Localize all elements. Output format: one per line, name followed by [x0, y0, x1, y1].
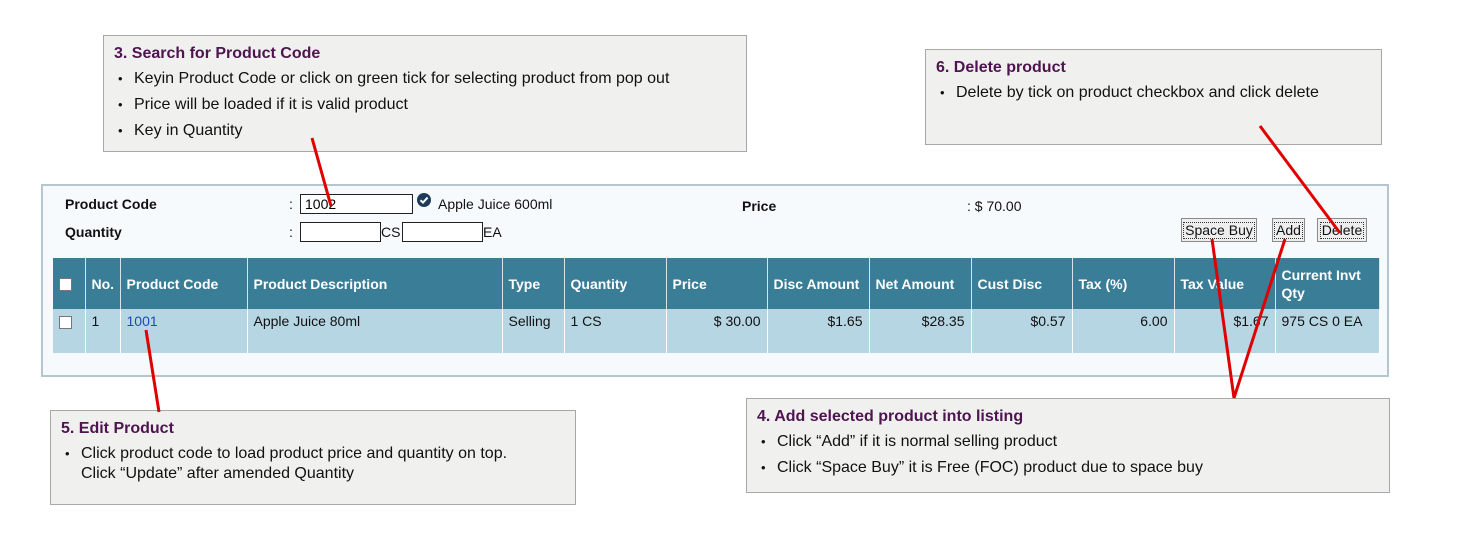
order-entry-panel: Product Code Quantity : : Apple Juice 60… [41, 184, 1389, 377]
callout-bullet-list: Click product code to load product price… [61, 444, 565, 484]
delete-button[interactable]: Delete [1317, 218, 1367, 242]
column-header-product-code[interactable]: Product Code [120, 258, 248, 309]
column-header-disc-amount[interactable]: Disc Amount [767, 258, 870, 309]
valid-tick-icon[interactable] [417, 193, 431, 207]
cell-disc-amount: $1.65 [767, 309, 870, 353]
space-buy-button[interactable]: Space Buy [1181, 218, 1257, 242]
callout-edit-product: 5. Edit Product Click product code to lo… [50, 410, 576, 505]
table-row: 1 1001 Apple Juice 80ml Selling 1 CS $ 3… [53, 309, 1380, 353]
callout-title: 5. Edit Product [61, 420, 174, 437]
cell-product-code: 1001 [120, 309, 248, 353]
callout-bullet-list: Click “Add” if it is normal selling prod… [757, 432, 1379, 478]
column-header-net-amount[interactable]: Net Amount [869, 258, 972, 309]
callout-bullet-list: Delete by tick on product checkbox and c… [936, 83, 1371, 103]
column-header-tax-value[interactable]: Tax Value [1174, 258, 1276, 309]
row-select-cell [53, 309, 86, 353]
cell-product-description: Apple Juice 80ml [247, 309, 503, 353]
cell-price: $ 30.00 [666, 309, 768, 353]
cell-net-amount: $28.35 [869, 309, 972, 353]
callout-bullet: Click “Add” if it is normal selling prod… [757, 432, 1379, 452]
column-header-cust-disc[interactable]: Cust Disc [971, 258, 1073, 309]
quantity-cs-input[interactable] [300, 222, 381, 242]
cell-type: Selling [502, 309, 565, 353]
ea-unit-label: EA [483, 224, 502, 240]
callout-bullet: Click product code to load product price… [61, 444, 565, 484]
callout-bullet: Key in Quantity [114, 121, 736, 141]
callout-search-product-code: 3. Search for Product Code Keyin Product… [103, 35, 747, 152]
column-header-tax-pct[interactable]: Tax (%) [1072, 258, 1175, 309]
callout-bullet: Click “Space Buy” it is Free (FOC) produ… [757, 458, 1379, 478]
add-button-label: Add [1274, 222, 1303, 239]
column-header-type[interactable]: Type [502, 258, 565, 309]
quantity-colon: : [289, 224, 293, 240]
delete-button-label: Delete [1319, 222, 1365, 239]
cell-quantity: 1 CS [564, 309, 667, 353]
callout-delete-product: 6. Delete product Delete by tick on prod… [925, 49, 1382, 145]
callout-add-product: 4. Add selected product into listing Cli… [746, 398, 1390, 493]
cell-cust-disc: $0.57 [971, 309, 1073, 353]
column-header-price[interactable]: Price [666, 258, 768, 309]
callout-title: 4. Add selected product into listing [757, 408, 1024, 425]
column-header-no[interactable]: No. [85, 258, 121, 309]
product-code-colon: : [289, 196, 293, 212]
product-name-text: Apple Juice 600ml [438, 196, 553, 212]
cell-tax-value: $1.67 [1174, 309, 1276, 353]
cell-no: 1 [85, 309, 121, 353]
product-code-link[interactable]: 1001 [127, 313, 158, 329]
price-label: Price [742, 198, 777, 214]
select-all-header [53, 258, 86, 309]
column-header-product-description[interactable]: Product Description [247, 258, 503, 309]
product-code-input[interactable] [300, 194, 413, 214]
callout-bullet: Delete by tick on product checkbox and c… [936, 83, 1371, 103]
product-code-label: Product Code [65, 196, 157, 212]
callout-bullet: Price will be loaded if it is valid prod… [114, 95, 736, 115]
column-header-current-invt-qty[interactable]: Current Invt Qty [1275, 258, 1380, 309]
space-buy-button-label: Space Buy [1183, 222, 1255, 239]
callout-title: 3. Search for Product Code [114, 45, 321, 62]
quantity-label: Quantity [65, 224, 122, 240]
callout-bullet-list: Keyin Product Code or click on green tic… [114, 69, 736, 141]
cs-unit-label: CS [381, 224, 401, 240]
row-checkbox[interactable] [59, 315, 72, 329]
table-header-row: No. Product Code Product Description Typ… [53, 258, 1380, 309]
callout-title: 6. Delete product [936, 59, 1066, 76]
add-button[interactable]: Add [1272, 218, 1305, 242]
cell-current-invt-qty: 975 CS 0 EA [1275, 309, 1380, 353]
product-table: No. Product Code Product Description Typ… [53, 258, 1380, 353]
select-all-checkbox[interactable] [59, 278, 72, 292]
price-value: : $ 70.00 [967, 198, 1022, 214]
cell-tax-pct: 6.00 [1072, 309, 1175, 353]
column-header-quantity[interactable]: Quantity [564, 258, 667, 309]
quantity-ea-input[interactable] [402, 222, 483, 242]
callout-bullet: Keyin Product Code or click on green tic… [114, 69, 736, 89]
